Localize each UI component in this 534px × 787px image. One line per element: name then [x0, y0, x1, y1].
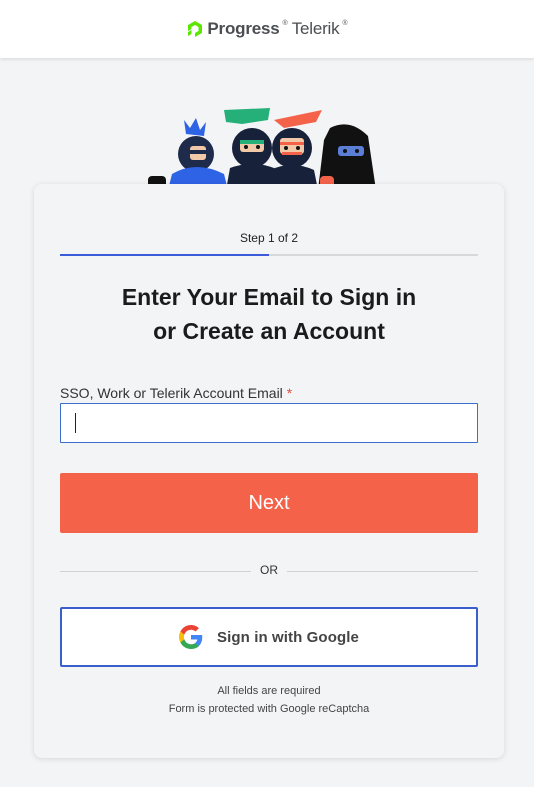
- google-g-icon: [179, 625, 203, 649]
- step-indicator: Step 1 of 2: [239, 231, 299, 245]
- page-title: Enter Your Email to Sign in or Create an…: [34, 280, 504, 348]
- divider-line-right: [287, 571, 478, 572]
- title-line-2: or Create an Account: [153, 318, 385, 344]
- divider-text: OR: [260, 563, 278, 577]
- email-label-text: SSO, Work or Telerik Account Email: [60, 385, 283, 401]
- progress-telerik-logo[interactable]: Progress ® Telerik ®: [186, 19, 348, 39]
- logo-progress-text: Progress: [207, 19, 280, 38]
- logo-trademark-2: ®: [342, 19, 348, 27]
- logo-telerik-text: Telerik: [291, 19, 340, 38]
- google-sign-in-button[interactable]: Sign in with Google: [60, 607, 478, 667]
- google-button-label: Sign in with Google: [217, 628, 359, 646]
- text-cursor: [75, 413, 76, 433]
- title-line-1: Enter Your Email to Sign in: [121, 284, 417, 310]
- required-marker: *: [286, 385, 293, 401]
- email-field[interactable]: [60, 403, 478, 443]
- progress-logo-icon: [188, 21, 203, 37]
- next-button[interactable]: Next: [60, 473, 478, 533]
- sign-in-card: Step 1 of 2 Enter Your Email to Sign in …: [34, 184, 504, 758]
- required-fields-note: All fields are required: [217, 685, 321, 697]
- step-progress-track: [60, 254, 478, 256]
- logo-trademark: ®: [282, 19, 288, 27]
- ninja-team-illustration: [148, 108, 376, 190]
- or-divider: OR: [60, 563, 478, 579]
- top-bar: Progress ® Telerik ®: [0, 0, 534, 58]
- email-field-label: SSO, Work or Telerik Account Email *: [60, 385, 292, 401]
- step-progress-fill: [60, 254, 269, 256]
- recaptcha-note: Form is protected with Google reCaptcha: [168, 703, 370, 715]
